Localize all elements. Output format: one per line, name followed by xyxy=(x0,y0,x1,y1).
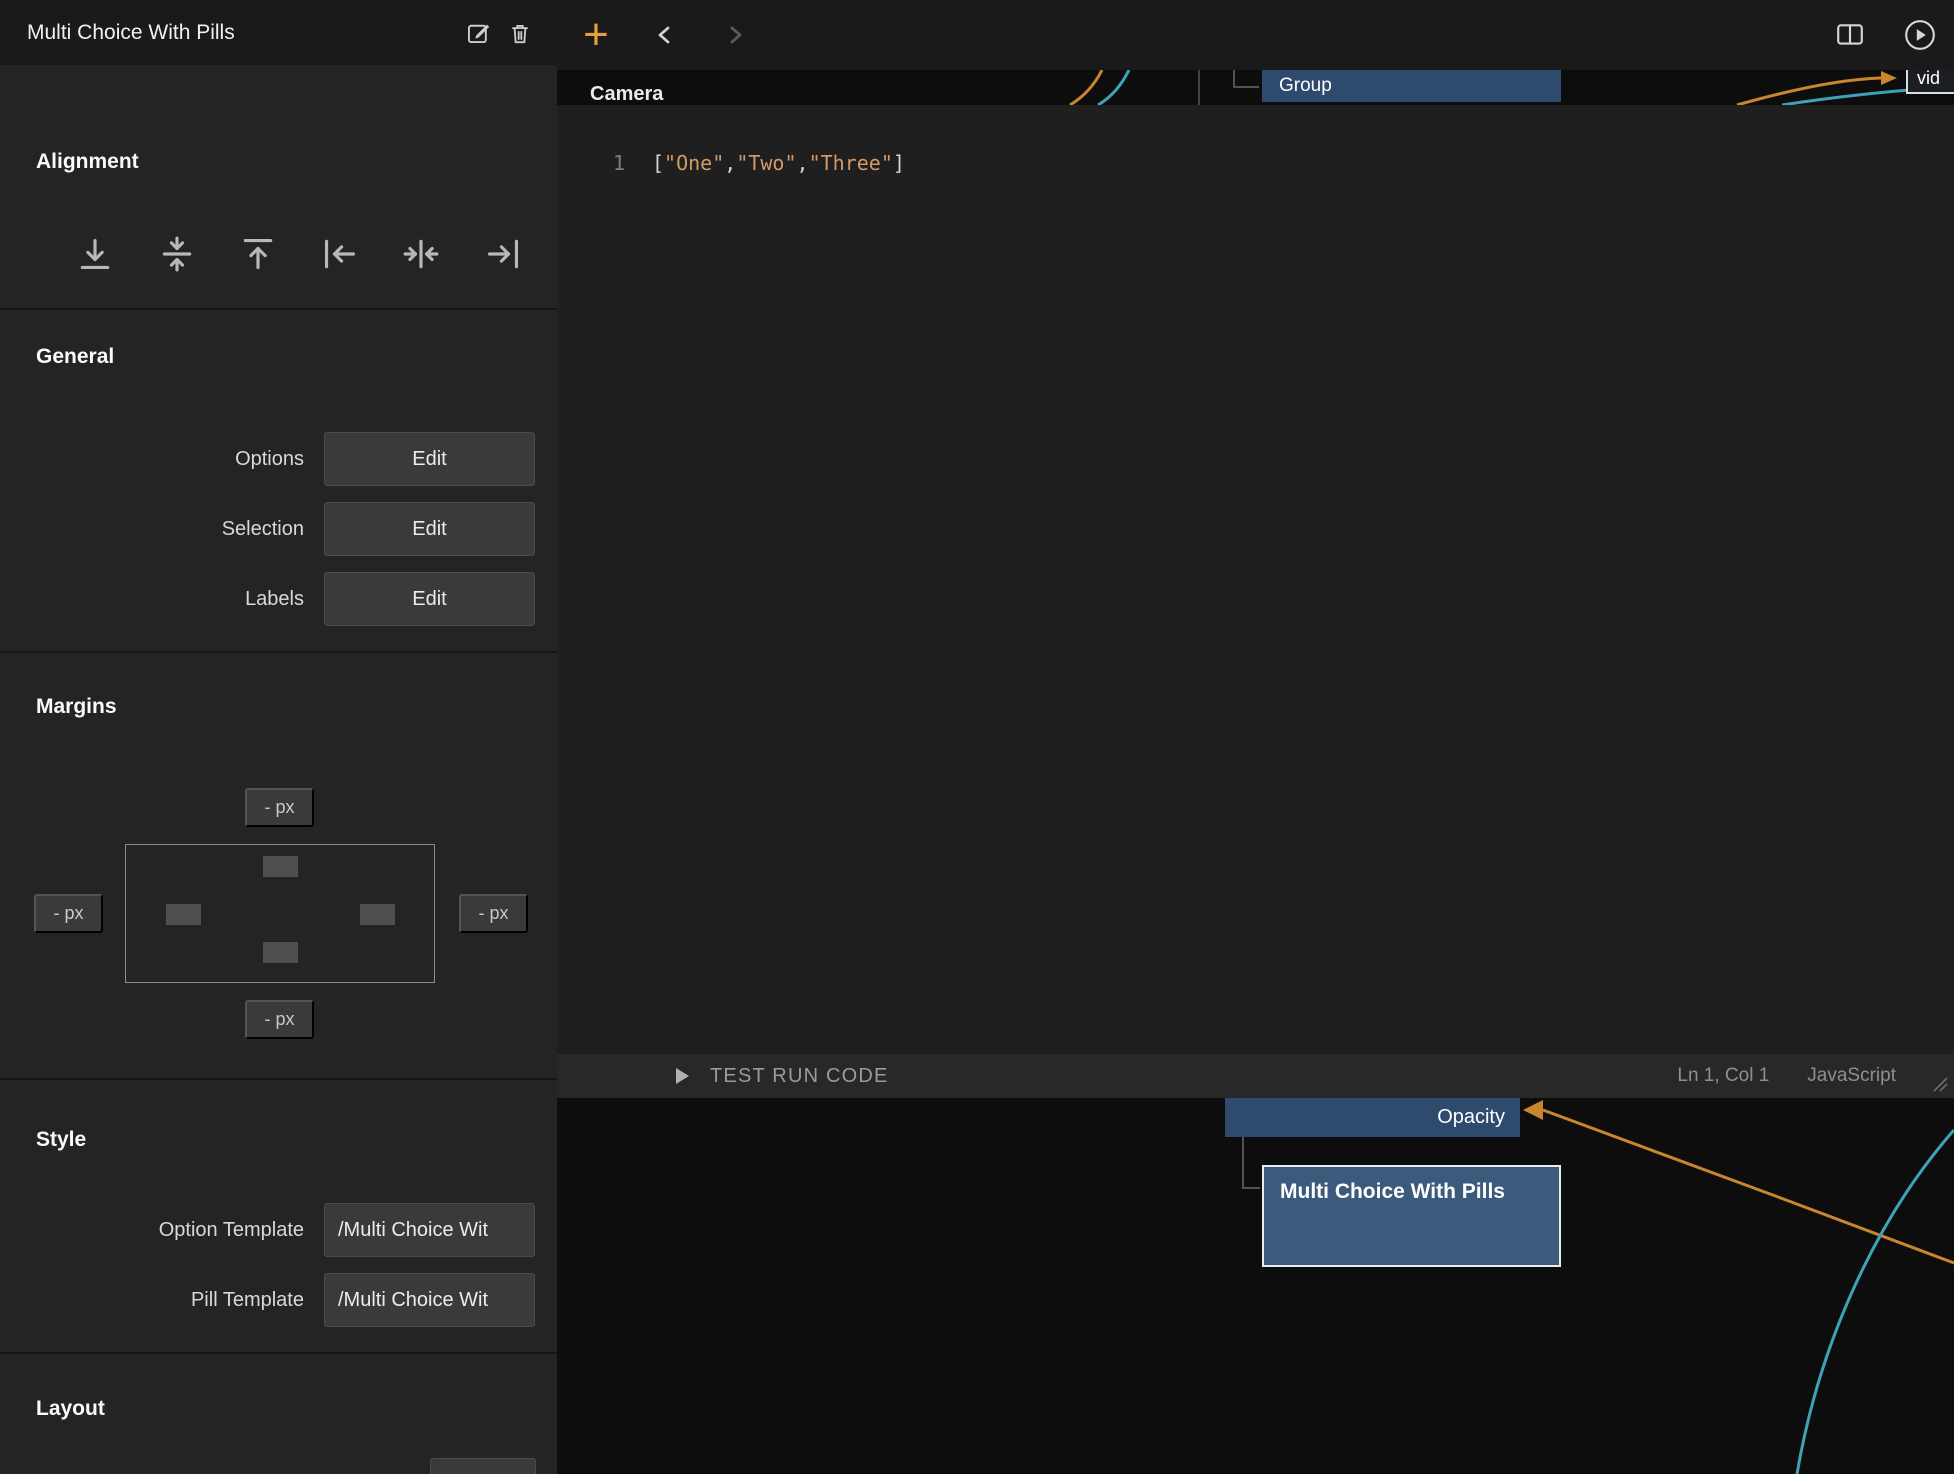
language-label: JavaScript xyxy=(1807,1065,1896,1087)
delete-button[interactable] xyxy=(499,12,541,54)
cursor-position-label: Ln 1, Col 1 xyxy=(1677,1065,1769,1087)
editor-status-bar: TEST RUN CODE Ln 1, Col 1 JavaScript xyxy=(557,1054,1954,1098)
option-template-label: Option Template xyxy=(0,1219,324,1242)
line-number: 1 xyxy=(557,150,625,177)
property-row-selection: Selection Edit xyxy=(0,502,557,556)
app-window: Multi Choice With Pills Alignment xyxy=(0,0,1954,1474)
align-vertical-center-icon xyxy=(158,235,196,273)
code-text: ["One","Two","Three"] xyxy=(652,150,905,177)
align-vertical-center-button[interactable] xyxy=(156,231,198,277)
property-row-pill-template: Pill Template /Multi Choice Wit xyxy=(0,1273,557,1327)
align-right-button[interactable] xyxy=(482,231,524,277)
options-label: Options xyxy=(0,448,324,471)
wire-teal-top xyxy=(1098,70,1129,105)
wire-orange-bottom xyxy=(1543,1110,1954,1263)
property-row-options: Options Edit xyxy=(0,432,557,486)
align-left-button[interactable] xyxy=(319,231,361,277)
options-edit-button[interactable]: Edit xyxy=(324,432,535,486)
margin-handle-left xyxy=(166,904,201,925)
margins-heading: Margins xyxy=(36,695,117,719)
section-style: Style Option Template /Multi Choice Wit … xyxy=(0,1080,557,1352)
property-row-option-template: Option Template /Multi Choice Wit xyxy=(0,1203,557,1257)
alignment-buttons xyxy=(0,231,557,277)
tree-bracket-group xyxy=(1234,70,1259,87)
labels-edit-button[interactable]: Edit xyxy=(324,572,535,626)
margin-right-input[interactable]: - px xyxy=(459,894,528,933)
align-left-icon xyxy=(321,235,359,273)
alignment-heading: Alignment xyxy=(36,150,139,174)
align-horizontal-center-icon xyxy=(402,235,440,273)
wire-arrowhead-opacity xyxy=(1523,1100,1543,1120)
code-editor-area[interactable]: 1 ["One","Two","Three"] xyxy=(557,105,1954,1054)
pill-template-label: Pill Template xyxy=(0,1289,324,1312)
margin-handle-top xyxy=(263,856,298,877)
chevron-left-icon xyxy=(651,21,679,49)
property-row-labels: Labels Edit xyxy=(0,572,557,626)
margin-top-input[interactable]: - px xyxy=(245,788,314,827)
navigate-back-button[interactable] xyxy=(651,21,679,49)
section-layout: Layout xyxy=(0,1354,557,1474)
general-heading: General xyxy=(36,345,114,369)
add-node-button[interactable]: + xyxy=(581,13,611,57)
chevron-right-icon xyxy=(721,21,749,49)
trash-icon xyxy=(507,20,533,46)
align-bottom-button[interactable] xyxy=(74,231,116,277)
layout-partial-control[interactable] xyxy=(430,1458,536,1474)
node-opacity[interactable]: Opacity xyxy=(1225,1098,1520,1137)
selection-edit-button[interactable]: Edit xyxy=(324,502,535,556)
run-play-icon xyxy=(675,1067,690,1085)
preview-play-button[interactable] xyxy=(1903,18,1937,52)
wire-orange-top xyxy=(1070,70,1102,105)
align-top-button[interactable] xyxy=(237,231,279,277)
properties-panel: Multi Choice With Pills Alignment xyxy=(0,0,557,1474)
selection-label: Selection xyxy=(0,518,324,541)
node-group[interactable]: Group xyxy=(1262,70,1561,102)
graph-toolbar: + xyxy=(557,0,1954,70)
node-multi-choice-with-pills[interactable]: Multi Choice With Pills xyxy=(1262,1165,1561,1267)
split-view-button[interactable] xyxy=(1835,20,1865,50)
align-horizontal-center-button[interactable] xyxy=(400,231,442,277)
node-label-camera[interactable]: Camera xyxy=(590,83,663,106)
margin-left-input[interactable]: - px xyxy=(34,894,103,933)
section-general: General Options Edit Selection Edit Labe… xyxy=(0,310,557,651)
tree-bracket-selected xyxy=(1243,1132,1260,1188)
navigate-forward-button[interactable] xyxy=(721,21,749,49)
edit-icon xyxy=(465,19,492,46)
wire-arrowhead-vid xyxy=(1881,71,1897,85)
code-line: 1 ["One","Two","Three"] xyxy=(557,150,1954,177)
selected-component-title: Multi Choice With Pills xyxy=(27,21,457,45)
pill-template-field[interactable]: /Multi Choice Wit xyxy=(324,1273,535,1327)
graph-area: + xyxy=(557,0,1954,1474)
test-run-code-button[interactable]: TEST RUN CODE xyxy=(675,1065,889,1088)
layout-heading: Layout xyxy=(36,1397,105,1421)
rename-button[interactable] xyxy=(457,12,499,54)
panel-header: Multi Choice With Pills xyxy=(0,0,557,65)
margin-handle-bottom xyxy=(263,942,298,963)
margins-preview-box xyxy=(125,844,435,983)
margin-bottom-input[interactable]: - px xyxy=(245,1000,314,1039)
style-heading: Style xyxy=(36,1128,86,1152)
option-template-field[interactable]: /Multi Choice Wit xyxy=(324,1203,535,1257)
split-view-icon xyxy=(1835,20,1865,50)
align-top-icon xyxy=(239,235,277,273)
margin-handle-right xyxy=(360,904,395,925)
play-circle-icon xyxy=(1903,18,1937,52)
test-run-code-label: TEST RUN CODE xyxy=(710,1065,889,1088)
resize-grip-icon[interactable] xyxy=(1932,1076,1948,1092)
labels-label: Labels xyxy=(0,588,324,611)
align-right-icon xyxy=(484,235,522,273)
wire-teal-bottom xyxy=(1797,1130,1954,1474)
node-video-clipped[interactable]: vid xyxy=(1906,70,1954,94)
align-bottom-icon xyxy=(76,235,114,273)
code-editor-popover: 1 ["One","Two","Three"] TEST RUN CODE Ln… xyxy=(557,105,1954,1098)
section-margins: Margins - px - px - px - px xyxy=(0,653,557,1078)
section-alignment: Alignment xyxy=(0,65,557,308)
